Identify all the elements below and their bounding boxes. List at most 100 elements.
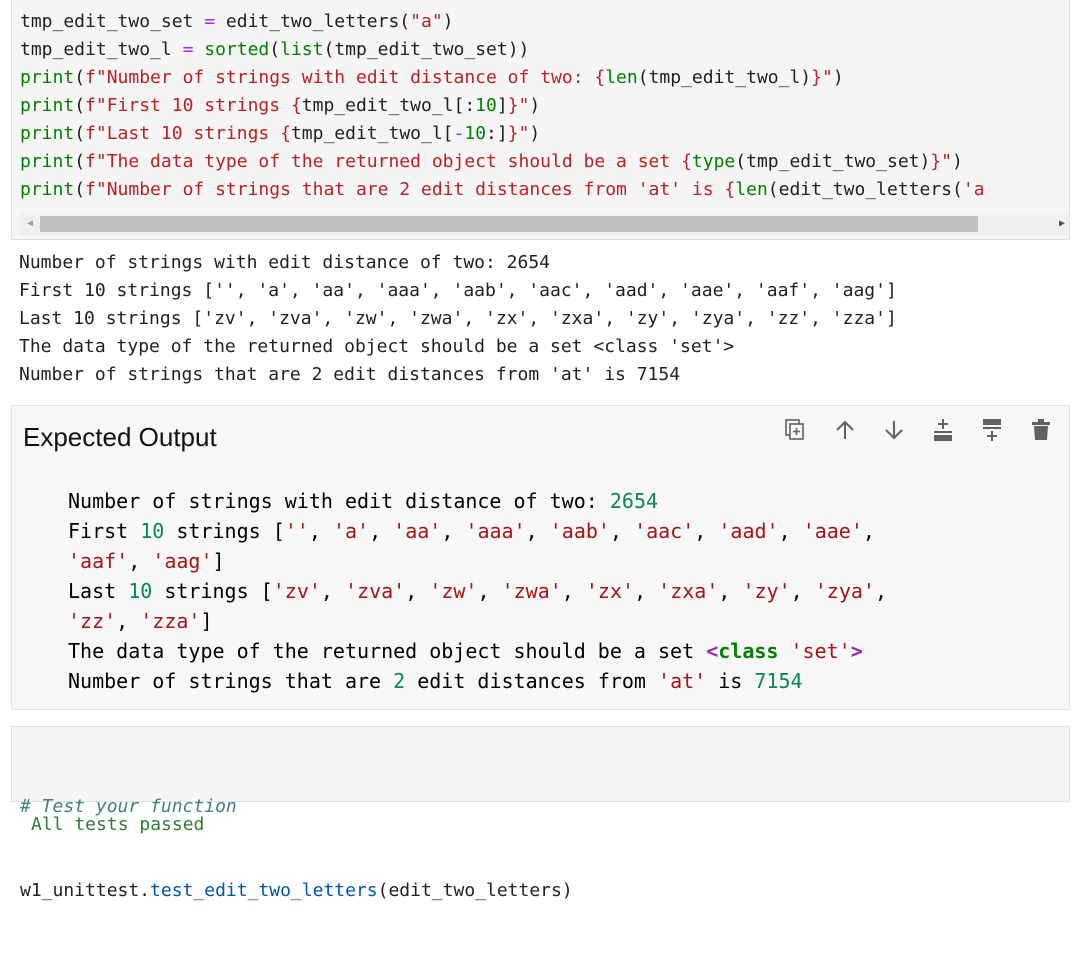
output-line: Last 10 strings ['zv', 'zva', 'zw', 'zwa… <box>19 308 897 329</box>
code-token: 10 <box>464 123 487 144</box>
scrollbar-thumb[interactable] <box>40 216 978 232</box>
code-token: class <box>718 639 779 663</box>
code-token: 'zza' <box>140 609 201 633</box>
duplicate-icon[interactable] <box>782 416 808 444</box>
code-token: , <box>116 609 141 633</box>
code-token: , <box>320 579 345 603</box>
code-token: , <box>718 579 743 603</box>
code-token: ) <box>529 123 541 144</box>
code-token: 'zwa' <box>501 579 562 603</box>
code-token: '' <box>284 519 309 543</box>
code-token: < <box>706 639 719 663</box>
code-token: = <box>204 11 216 32</box>
code-token: ( <box>269 39 281 60</box>
code-token: 'zv' <box>272 579 321 603</box>
code-token: ) <box>952 151 963 172</box>
insert-above-icon[interactable] <box>930 416 956 444</box>
code-token: (edit_two_letters( <box>767 179 963 200</box>
code-token: , <box>874 579 887 603</box>
code-token: len <box>735 179 768 200</box>
code-token: print <box>20 123 75 144</box>
code-token: 'zz' <box>68 609 117 633</box>
code-token: ] <box>200 609 213 633</box>
code-token: :] <box>486 123 508 144</box>
code-token: , <box>369 519 394 543</box>
code-token: ) <box>832 67 844 88</box>
code-cell-unittest[interactable]: # Test your function w1_unittest.test_ed… <box>11 726 1070 901</box>
scroll-right-icon[interactable]: ▶ <box>1054 216 1069 232</box>
code-editor[interactable]: # Test your function w1_unittest.test_ed… <box>20 737 573 961</box>
code-token: }" <box>507 123 530 144</box>
code-token: Last <box>68 579 129 603</box>
code-token: 'aae' <box>802 519 863 543</box>
output-line: Number of strings that are 2 edit distan… <box>19 364 681 385</box>
code-token: Number of strings with edit distance of … <box>68 489 610 513</box>
code-token: 10 <box>475 95 497 116</box>
code-token: edit distances from <box>405 669 659 693</box>
code-line: tmp_edit_two_l = sorted(list(tmp_edit_tw… <box>20 36 985 64</box>
code-line: print(f"Number of strings that are 2 edi… <box>20 176 985 204</box>
code-token: 'aac' <box>634 519 695 543</box>
code-token: strings [ <box>152 579 273 603</box>
code-token: f"The data type of the returned object s… <box>85 151 682 172</box>
code-token: , <box>694 519 719 543</box>
code-token: ) <box>442 11 454 32</box>
code-token: 'at' <box>658 669 707 693</box>
code-token: tmp_edit_two_l[ <box>290 123 454 144</box>
horizontal-scrollbar[interactable]: ◀ ▶ <box>20 213 1069 235</box>
expected-output-line: Last 10 strings ['zv', 'zva', 'zw', 'zwa… <box>68 576 887 606</box>
code-token: ( <box>74 67 86 88</box>
code-token: 'aaf' <box>68 549 129 573</box>
code-line: print(f"The data type of the returned ob… <box>20 148 985 176</box>
code-token: list <box>280 39 324 60</box>
code-token: ] <box>496 95 508 116</box>
code-token: 'a' <box>332 519 370 543</box>
code-token: ] <box>212 549 225 573</box>
code-token: 2654 <box>609 489 659 513</box>
code-token: The data type of the returned object sho… <box>68 639 707 663</box>
expected-output-line: 'zz', 'zza'] <box>68 606 887 636</box>
code-token: type <box>691 151 736 172</box>
insert-below-icon[interactable] <box>979 416 1005 444</box>
code-token: 'zy' <box>742 579 791 603</box>
code-token: 7154 <box>754 669 803 693</box>
code-token: tmp_edit_two_l[: <box>301 95 476 116</box>
code-editor[interactable]: tmp_edit_two_set = edit_two_letters("a")… <box>20 8 985 204</box>
code-token: }" <box>811 67 833 88</box>
code-token: , <box>405 579 430 603</box>
code-token: , <box>778 519 803 543</box>
expected-output-line: 'aaf', 'aag'] <box>68 546 887 576</box>
code-token: print <box>20 67 75 88</box>
code-token: tmp_edit_two_l <box>20 39 183 60</box>
code-token: print <box>20 95 75 116</box>
move-up-icon[interactable] <box>832 416 858 444</box>
code-token: ( <box>74 151 86 172</box>
code-token: tmp_edit_two_set <box>20 11 205 32</box>
move-down-icon[interactable] <box>881 416 907 444</box>
code-token: ( <box>74 179 86 200</box>
code-token: Number of strings that are <box>68 669 394 693</box>
code-token: 'aad' <box>718 519 779 543</box>
delete-icon[interactable] <box>1028 416 1054 444</box>
code-token: print <box>20 179 75 200</box>
code-token: ) <box>529 95 541 116</box>
code-token: , <box>634 579 659 603</box>
function-args: (edit_two_letters) <box>377 880 573 901</box>
expected-output-line: First 10 strings ['', 'a', 'aa', 'aaa', … <box>68 516 887 546</box>
code-token: 10 <box>128 579 153 603</box>
code-token: 'aag' <box>152 549 213 573</box>
markdown-heading: Expected Output <box>23 422 217 452</box>
code-token: - <box>453 123 465 144</box>
expected-output-line: Number of strings with edit distance of … <box>68 486 887 516</box>
markdown-cell-expected-output[interactable]: Expected Output Number of strings with e… <box>11 405 1070 710</box>
code-line: print(f"Number of strings with edit dist… <box>20 64 985 92</box>
code-line: print(f"Last 10 strings {tmp_edit_two_l[… <box>20 120 985 148</box>
code-token: ( <box>74 123 86 144</box>
code-cell-edit-two-test[interactable]: tmp_edit_two_set = edit_two_letters("a")… <box>11 0 1070 240</box>
code-token: (tmp_edit_two_l) <box>637 67 812 88</box>
code-token: , <box>862 519 875 543</box>
scroll-left-icon[interactable]: ◀ <box>22 216 38 232</box>
code-token: { <box>681 151 692 172</box>
